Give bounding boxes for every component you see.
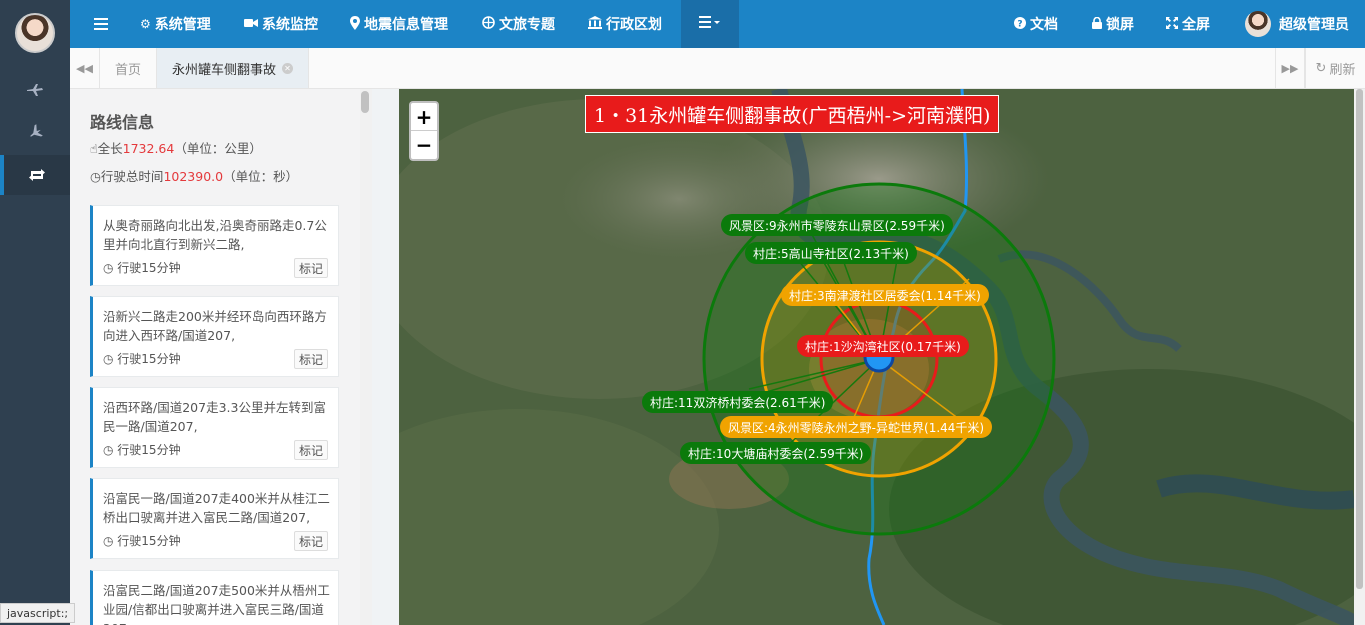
retweet-icon[interactable]: [0, 155, 70, 195]
mark-button[interactable]: 标记: [294, 531, 328, 551]
zoom-control: + −: [409, 101, 439, 161]
left-sidebar: [0, 0, 70, 625]
total-length: ☝全长1732.64（单位：公里）: [90, 141, 262, 156]
tab-accident[interactable]: 永州罐车侧翻事故 ✕: [157, 48, 310, 88]
globe-icon: [482, 16, 495, 32]
pointer-icon: ☝: [90, 141, 98, 156]
poi-label[interactable]: 村庄:10大塘庙村委会(2.59千米): [680, 442, 872, 464]
clock-icon: ◷: [90, 169, 101, 184]
total-time: ◷行驶总时间102390.0（单位：秒）: [90, 169, 299, 184]
top-navbar: ⚙ 系统管理 系统监控 地震信息管理 文旅专题 行政区划 ? 文档 锁屏 全屏 超级…: [70, 0, 1365, 48]
expand-icon: [1166, 16, 1178, 32]
clock-icon: ◷: [103, 352, 118, 366]
video-camera-icon: [244, 17, 258, 31]
nav-cultural-tourism[interactable]: 文旅专题: [482, 0, 555, 48]
plane-land-icon[interactable]: [0, 70, 70, 110]
list-dropdown-icon: [699, 16, 721, 32]
panel-title: 路线信息: [90, 113, 155, 132]
docs-link[interactable]: ? 文档: [1014, 0, 1058, 48]
mark-button[interactable]: 标记: [294, 440, 328, 460]
route-step[interactable]: 沿新兴二路走200米并经环岛向西环路方向进入西环路/国道207, ◷ 行驶15分…: [90, 296, 339, 377]
map-title: 1・31永州罐车侧翻事故(广西梧州->河南濮阳): [585, 95, 1000, 133]
poi-label[interactable]: 风景区:9永州市零陵东山景区(2.59千米): [721, 214, 953, 236]
user-avatar: [1245, 11, 1271, 37]
page-tabs-bar: ◀◀ 首页 永州罐车侧翻事故 ✕ ▶▶ ↻ 刷新: [70, 48, 1365, 89]
svg-text:?: ?: [1017, 19, 1022, 29]
route-step[interactable]: 沿西环路/国道207走3.3公里并左转到富民一路/国道207, ◷ 行驶15分钟…: [90, 387, 339, 468]
panel-scrollbar[interactable]: [360, 89, 372, 625]
mark-button[interactable]: 标记: [294, 258, 328, 278]
nav-earthquake-info[interactable]: 地震信息管理: [350, 0, 448, 48]
satellite-map: [399, 89, 1354, 625]
fullscreen-button[interactable]: 全屏: [1166, 0, 1210, 48]
gear-icon: ⚙: [140, 17, 151, 31]
status-bar: javascript:;: [0, 603, 76, 623]
zoom-out-button[interactable]: −: [411, 131, 437, 159]
route-step[interactable]: 从奥奇丽路向北出发,沿奥奇丽路走0.7公里并向北直行到新兴二路, ◷ 行驶15分…: [90, 205, 339, 286]
poi-label[interactable]: 村庄:3南津渡社区居委会(1.14千米): [781, 284, 989, 306]
tab-home[interactable]: 首页: [100, 48, 158, 88]
lock-screen-button[interactable]: 锁屏: [1092, 0, 1134, 48]
map-pin-icon: [350, 15, 360, 33]
bank-icon: [588, 16, 602, 32]
route-step[interactable]: 沿富民一路/国道207走400米并从桂江二桥出口驶离并进入富民二路/国道207,…: [90, 478, 339, 559]
close-tab-icon[interactable]: ✕: [282, 62, 294, 74]
nav-system-manage[interactable]: ⚙ 系统管理: [140, 0, 211, 48]
nav-system-monitor[interactable]: 系统监控: [244, 0, 318, 48]
lock-icon: [1092, 16, 1102, 32]
clock-icon: ◷: [103, 443, 118, 457]
tabs-scroll-right-icon[interactable]: ▶▶: [1275, 48, 1305, 88]
map-view[interactable]: + − 1・31永州罐车侧翻事故(广西梧州->河南濮阳) 风景区:9永州市零陵东…: [399, 89, 1354, 625]
avatar[interactable]: [15, 13, 55, 53]
route-info-panel: 路线信息 ☝全长1732.64（单位：公里） ◷行驶总时间102390.0（单位…: [70, 89, 360, 625]
plane-icon[interactable]: [0, 112, 70, 152]
user-menu[interactable]: 超级管理员: [1245, 0, 1349, 48]
poi-label[interactable]: 村庄:1沙沟湾社区(0.17千米): [797, 335, 969, 357]
poi-label[interactable]: 村庄:11双济桥村委会(2.61千米): [642, 391, 834, 413]
menu-toggle-icon[interactable]: [94, 0, 108, 48]
clock-icon: ◷: [103, 261, 118, 275]
refresh-icon: ↻: [1315, 60, 1327, 76]
route-step[interactable]: 沿富民二路/国道207走500米并从梧州工业园/信都出口驶离并进入富民三路/国道…: [90, 570, 339, 625]
zoom-in-button[interactable]: +: [411, 103, 437, 131]
poi-label[interactable]: 村庄:5高山寺社区(2.13千米): [745, 242, 917, 264]
more-menu-dropdown[interactable]: [681, 0, 739, 48]
tabs-scroll-left-icon[interactable]: ◀◀: [70, 48, 100, 88]
nav-admin-division[interactable]: 行政区划: [588, 0, 662, 48]
clock-icon: ◷: [103, 534, 118, 548]
mark-button[interactable]: 标记: [294, 349, 328, 369]
refresh-button[interactable]: ↻ 刷新: [1305, 48, 1365, 88]
page-scrollbar[interactable]: [1354, 89, 1365, 625]
question-circle-icon: ?: [1014, 16, 1026, 32]
poi-label[interactable]: 风景区:4永州零陵永州之野-异蛇世界(1.44千米): [720, 416, 993, 438]
